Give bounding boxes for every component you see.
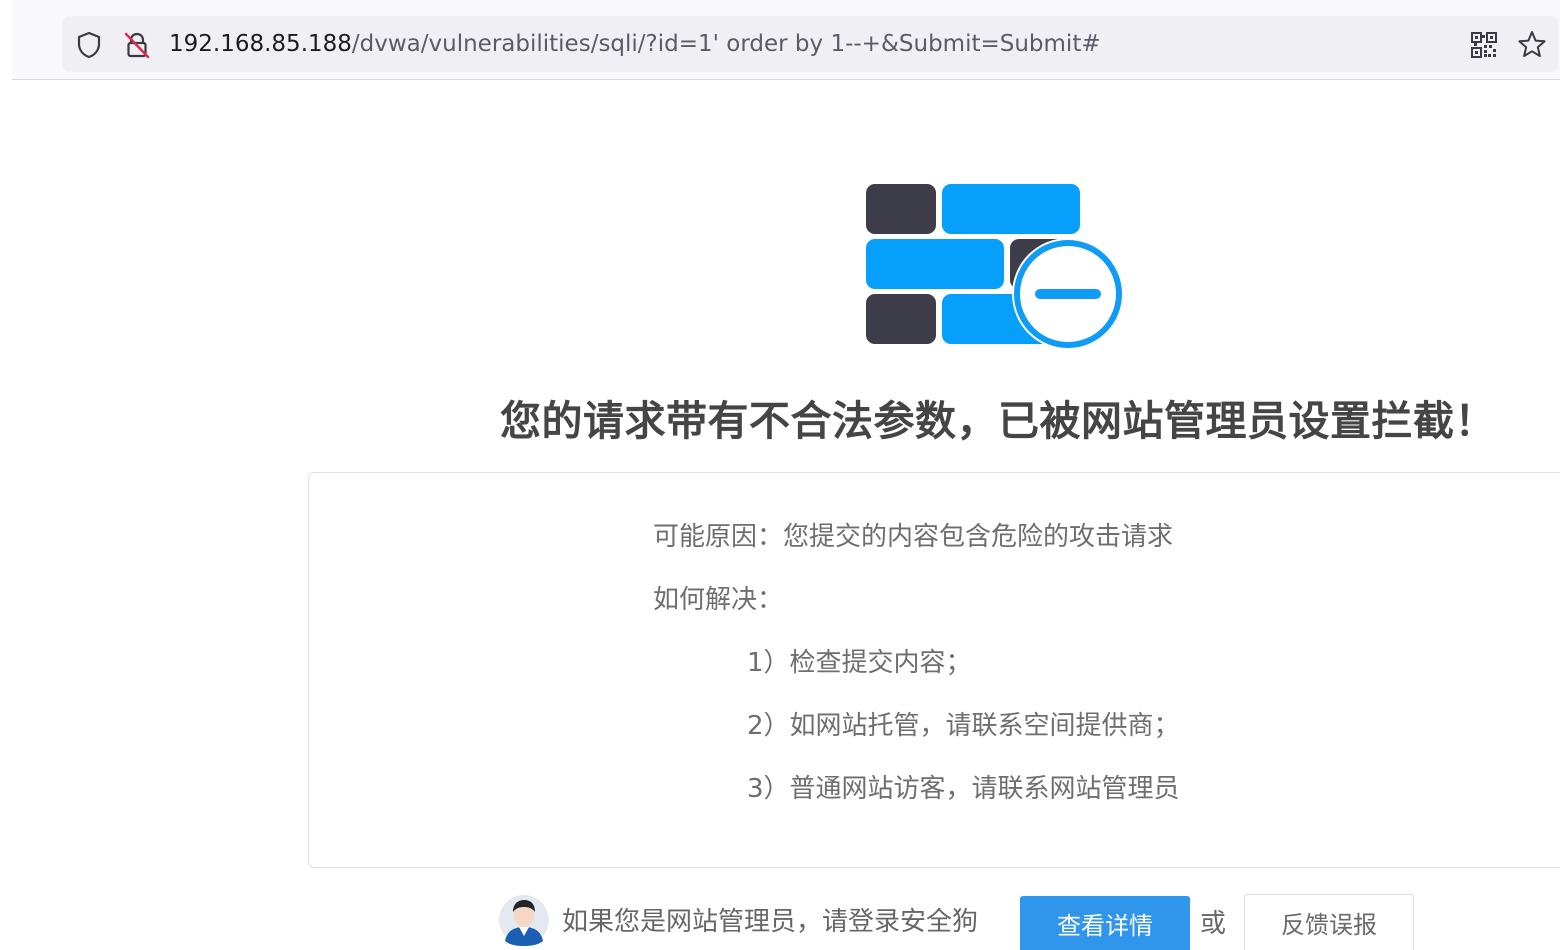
admin-avatar-icon <box>499 895 549 946</box>
block-minus-icon <box>1012 238 1124 350</box>
admin-login-prompt: 如果您是网站管理员，请登录安全狗 <box>562 907 979 937</box>
url-text[interactable]: 192.168.85.188/dvwa/vulnerabilities/sqli… <box>169 29 1101 59</box>
solution-step: 1）检查提交内容； <box>747 648 972 678</box>
report-false-positive-button[interactable]: 反馈误报 <box>1244 894 1414 950</box>
possible-reason-text: 可能原因：您提交的内容包含危险的攻击请求 <box>653 522 1174 552</box>
browser-toolbar: 192.168.85.188/dvwa/vulnerabilities/sqli… <box>12 0 1560 80</box>
browser-page: 192.168.85.188/dvwa/vulnerabilities/sqli… <box>0 0 1560 950</box>
shield-icon[interactable] <box>74 30 104 60</box>
firewall-icon <box>866 184 1124 350</box>
block-title: 您的请求带有不合法参数，已被网站管理员设置拦截！ <box>500 397 1496 445</box>
solution-step: 2）如网站托管，请联系空间提供商； <box>747 711 1180 741</box>
bookmark-star-icon[interactable] <box>1516 29 1548 61</box>
url-host: 192.168.85.188 <box>169 31 352 57</box>
address-bar[interactable]: 192.168.85.188/dvwa/vulnerabilities/sqli… <box>62 16 1558 72</box>
insecure-lock-icon[interactable] <box>122 30 152 60</box>
solution-step: 3）普通网站访客，请联系网站管理员 <box>747 774 1180 804</box>
view-details-button[interactable]: 查看详情 <box>1020 896 1190 950</box>
how-to-solve-label: 如何解决： <box>653 585 784 615</box>
or-separator: 或 <box>1200 909 1227 939</box>
info-box: 可能原因：您提交的内容包含危险的攻击请求 如何解决： 1）检查提交内容； 2）如… <box>308 472 1560 868</box>
url-path: /dvwa/vulnerabilities/sqli/?id=1' order … <box>351 31 1101 57</box>
qr-code-icon[interactable] <box>1470 31 1498 59</box>
